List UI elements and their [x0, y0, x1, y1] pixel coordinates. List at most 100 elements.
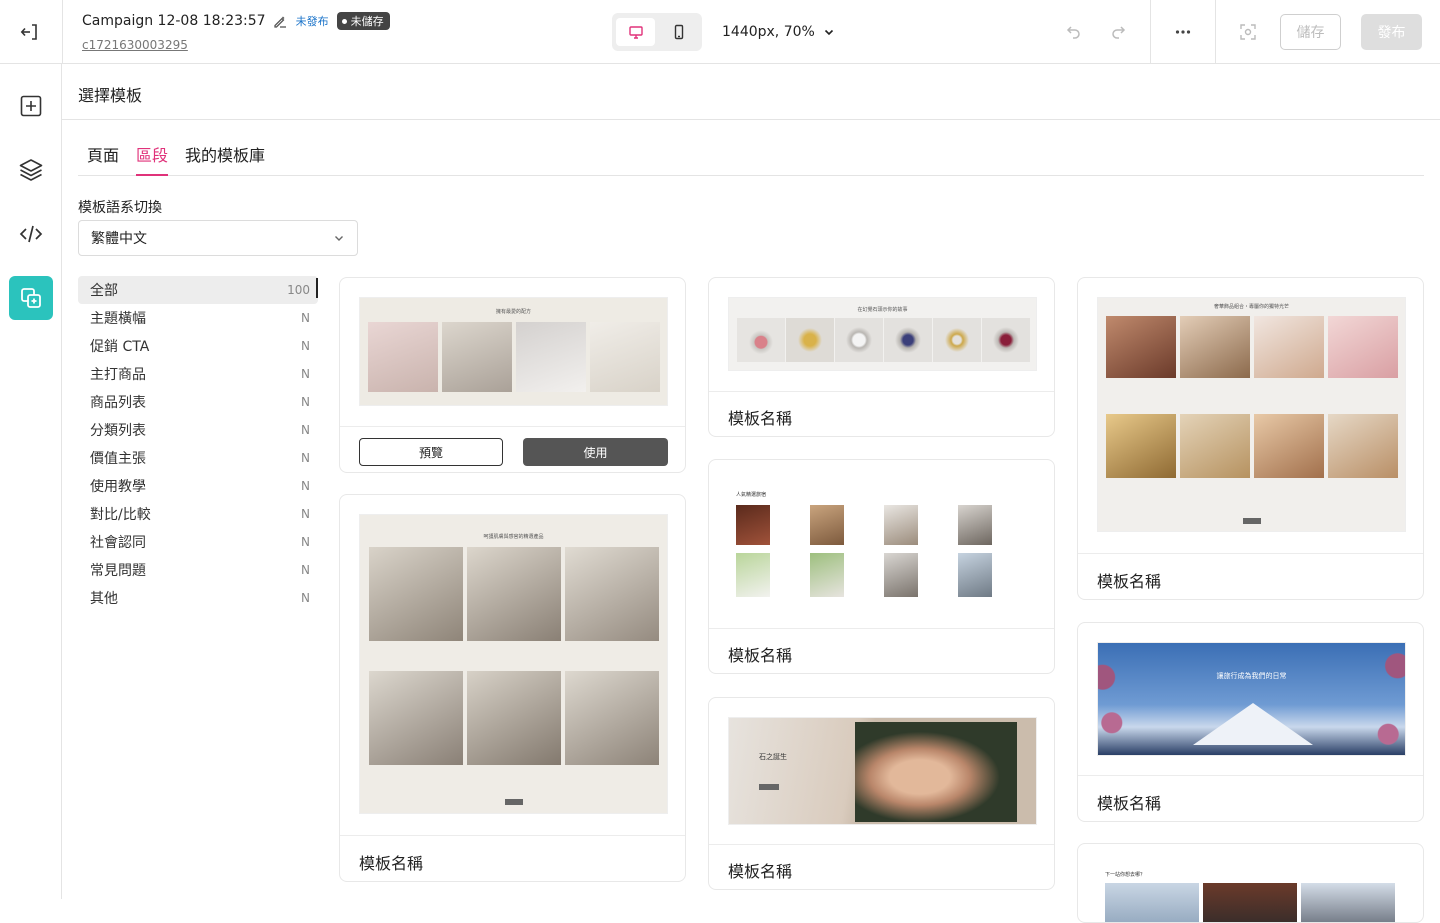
- category-item[interactable]: 價值主張 N: [78, 444, 318, 472]
- exit-editor-button[interactable]: [18, 20, 42, 44]
- exit-icon: [20, 22, 40, 42]
- thumbnail-caption: 下一站你想去哪？: [1105, 872, 1146, 878]
- viewport-zoom-select[interactable]: 1440px, 70%: [722, 20, 835, 44]
- category-item[interactable]: 社會認同 N: [78, 528, 318, 556]
- template-name: 模板名稱: [359, 854, 424, 873]
- category-count: N: [301, 451, 310, 465]
- category-item[interactable]: 常見問題 N: [78, 556, 318, 584]
- category-item[interactable]: 商品列表 N: [78, 388, 318, 416]
- thumbnail-image: [1254, 414, 1324, 478]
- card-footer: 模板名稱: [340, 835, 685, 881]
- edit-title-icon[interactable]: [272, 13, 288, 29]
- mobile-view-button[interactable]: [659, 18, 698, 46]
- thumbnail-caption: 在幻覺石頭示你的故事: [857, 307, 908, 313]
- category-item[interactable]: 對比/比較 N: [78, 500, 318, 528]
- template-thumbnail: 奢華飾品組合・專屬你的獨特光芒: [1097, 297, 1406, 532]
- use-template-button[interactable]: 使用: [523, 438, 668, 466]
- blossom-branch: [1098, 643, 1144, 755]
- category-item[interactable]: 主題橫幅 N: [78, 304, 318, 332]
- template-thumbnail: 人氣精選旅宿: [728, 479, 1037, 609]
- thumbnail-image: [810, 505, 844, 545]
- top-bar: Campaign 12-08 18:23:57 未發布 未儲存 c1721630…: [0, 0, 1440, 64]
- thumbnail-image: [565, 547, 659, 641]
- screenshot-button[interactable]: [1234, 18, 1262, 46]
- template-card[interactable]: 在幻覺石頭示你的故事 模板名稱: [708, 277, 1055, 437]
- thumbnail-image: [855, 722, 1017, 822]
- template-card[interactable]: 下一站你想去哪？: [1077, 843, 1424, 923]
- panel-header: 選擇模板: [62, 64, 1440, 120]
- layers-button[interactable]: [9, 148, 53, 192]
- category-label: 主打商品: [90, 367, 146, 383]
- tab-page[interactable]: 頁面: [87, 142, 119, 176]
- template-card[interactable]: 呵護肌膚與感官的精選產品 模板名稱: [339, 494, 686, 882]
- template-name: 模板名稱: [728, 409, 793, 428]
- category-item[interactable]: 促銷 CTA N: [78, 332, 318, 360]
- thumbnail-image: [736, 505, 770, 545]
- category-item[interactable]: 其他 N: [78, 584, 318, 612]
- template-thumbnail: 在幻覺石頭示你的故事: [728, 297, 1037, 371]
- category-count: 100: [287, 283, 310, 297]
- mountain-shape: [1193, 703, 1313, 745]
- add-section-button[interactable]: [9, 84, 53, 128]
- template-thumbnail: 石之誕生: [728, 717, 1037, 825]
- category-item[interactable]: 使用教學 N: [78, 472, 318, 500]
- category-item[interactable]: 全部 100: [78, 276, 318, 304]
- left-rail: [0, 64, 62, 899]
- tab-my-library[interactable]: 我的模板庫: [185, 142, 265, 176]
- template-card[interactable]: 讓旅行成為我們的日常 模板名稱: [1077, 622, 1424, 822]
- thumbnail-image: [884, 553, 918, 597]
- thumbnail-button: [505, 799, 523, 805]
- thumbnail-image: [1254, 316, 1324, 378]
- thumbnail-image: [736, 553, 770, 597]
- category-count: N: [301, 367, 310, 381]
- tab-section[interactable]: 區段: [136, 142, 169, 176]
- zoom-value: 1440px, 70%: [722, 24, 815, 40]
- thumbnail-image: [786, 318, 834, 362]
- template-card[interactable]: 擁有最愛的配方 預覽 使用: [339, 277, 686, 473]
- save-button[interactable]: 儲存: [1280, 14, 1341, 50]
- thumbnail-image: [933, 318, 981, 362]
- panel-title: 選擇模板: [78, 86, 143, 105]
- thumbnail-image: [442, 322, 512, 392]
- category-item[interactable]: 分類列表 N: [78, 416, 318, 444]
- preview-button[interactable]: 預覽: [359, 438, 503, 466]
- thumbnail-image: [590, 322, 660, 392]
- code-button[interactable]: [9, 212, 53, 256]
- redo-button[interactable]: [1104, 18, 1132, 46]
- category-count: N: [301, 479, 310, 493]
- unsaved-dot-icon: [341, 18, 347, 24]
- template-card[interactable]: 人氣精選旅宿 模板名稱: [708, 459, 1055, 674]
- publish-button[interactable]: 發布: [1361, 14, 1422, 50]
- template-card[interactable]: 奢華飾品組合・專屬你的獨特光芒 模板名稱: [1077, 277, 1424, 600]
- category-label: 對比/比較: [90, 507, 151, 523]
- category-label: 價值主張: [90, 451, 146, 467]
- template-tabs: 頁面 區段 我的模板庫: [78, 132, 1424, 176]
- capture-icon: [1239, 23, 1257, 41]
- desktop-view-button[interactable]: [616, 18, 655, 46]
- campaign-id-link[interactable]: c1721630003295: [82, 38, 390, 52]
- category-scrollbar[interactable]: [316, 278, 318, 298]
- category-label: 全部: [90, 283, 118, 299]
- unsaved-badge-label: 未儲存: [350, 15, 384, 28]
- language-select[interactable]: 繁體中文: [78, 220, 358, 256]
- category-item[interactable]: 主打商品 N: [78, 360, 318, 388]
- topbar-divider: [1150, 0, 1151, 64]
- more-options-button[interactable]: [1169, 18, 1197, 46]
- undo-icon: [1065, 23, 1083, 41]
- language-value: 繁體中文: [91, 231, 147, 247]
- thumbnail-image: [884, 505, 918, 545]
- template-name: 模板名稱: [1097, 572, 1162, 591]
- thumbnail-image: [1106, 414, 1176, 478]
- mobile-icon: [672, 24, 686, 40]
- template-library-button[interactable]: [9, 276, 53, 320]
- thumbnail-caption: 奢華飾品組合・專屬你的獨特光芒: [1213, 304, 1289, 310]
- category-count: N: [301, 311, 310, 325]
- thumbnail-image: [1180, 316, 1250, 378]
- unpublished-badge: 未發布: [295, 15, 329, 28]
- thumbnail-image: [1328, 316, 1398, 378]
- thumbnail-image: [982, 318, 1030, 362]
- undo-button[interactable]: [1060, 18, 1088, 46]
- thumbnail-image: [467, 547, 561, 641]
- template-card[interactable]: 石之誕生 模板名稱: [708, 697, 1055, 890]
- thumbnail-button: [759, 784, 779, 790]
